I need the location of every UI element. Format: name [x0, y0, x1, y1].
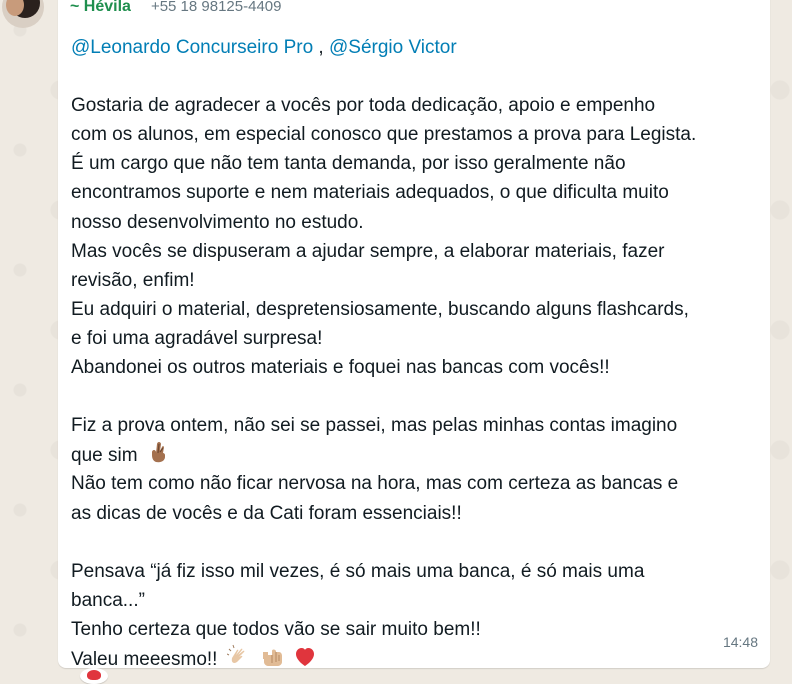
- crossed-fingers-icon: [147, 440, 171, 464]
- message-line: Fiz a prova ontem, não sei se passei, ma…: [71, 415, 678, 437]
- message-line-with-emojis: Valeu meeesmo!!: [71, 644, 761, 673]
- mention-sergio[interactable]: @Sérgio Victor: [329, 37, 457, 58]
- message-bubble[interactable]: ~ Hévila +55 18 98125-4409 @Leonardo Con…: [58, 0, 770, 670]
- message-line: Eu adquiri o material, despretensiosamen…: [71, 298, 689, 320]
- mentions-line: @Leonardo Concurseiro Pro , @Sérgio Vict…: [71, 33, 761, 62]
- message-reaction[interactable]: [80, 668, 108, 684]
- message-header: ~ Hévila +55 18 98125-4409: [70, 0, 281, 22]
- clapping-hands-icon: [226, 644, 251, 668]
- message-line-text: Valeu meeesmo!!: [71, 648, 218, 670]
- message-line: Pensava “já fiz isso mil vezes, é só mai…: [71, 560, 645, 582]
- message-line: com os alunos, em especial conosco que p…: [71, 124, 697, 146]
- red-heart-icon: [293, 644, 317, 668]
- fist-bump-icon: [260, 644, 284, 668]
- message-line: Não tem como não ficar nervosa na hora, …: [71, 473, 679, 495]
- mention-separator: ,: [313, 37, 329, 58]
- message-text: @Leonardo Concurseiro Pro , @Sérgio Vict…: [71, 33, 761, 673]
- message-timestamp: 14:48: [722, 634, 758, 650]
- message-line: banca...”: [71, 589, 145, 611]
- message-line: Tenho certeza que todos vão se sair muit…: [71, 618, 481, 640]
- mention-leonardo[interactable]: @Leonardo Concurseiro Pro: [71, 37, 313, 58]
- message-line: Mas vocês se dispuseram a ajudar sempre,…: [71, 240, 665, 262]
- message-line: É um cargo que não tem tanta demanda, po…: [71, 153, 626, 175]
- message-line: e foi uma agradável surpresa!: [71, 327, 323, 349]
- sender-name[interactable]: ~ Hévila: [70, 0, 131, 16]
- message-line-with-emoji: que sim: [71, 440, 761, 469]
- message-line: nosso desenvolvimento no estudo.: [71, 211, 364, 233]
- message-line: Abandonei os outros materiais e foquei n…: [71, 357, 610, 379]
- sender-phone: +55 18 98125-4409: [150, 0, 282, 15]
- message-line: encontramos suporte e nem materiais adeq…: [71, 182, 669, 204]
- message-line: Gostaria de agradecer a vocês por toda d…: [71, 95, 656, 117]
- message-line: revisão, enfim!: [71, 269, 195, 291]
- message-line: as dicas de vocês e da Cati foram essenc…: [71, 502, 462, 524]
- message-line-text: que sim: [71, 445, 138, 467]
